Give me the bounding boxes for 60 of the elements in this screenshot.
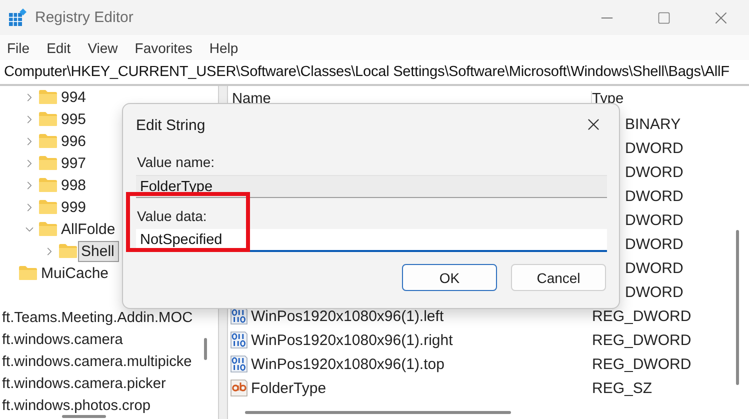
folder-icon xyxy=(18,265,38,281)
value-type: DWORD xyxy=(624,212,684,228)
tree-item[interactable]: 997 xyxy=(58,152,92,174)
folder-icon xyxy=(58,243,78,259)
value-name[interactable]: WinPos1920x1080x96(1).top xyxy=(251,356,444,372)
tree-item[interactable]: ft.windows.camera.multipicke xyxy=(0,351,192,373)
folder-icon xyxy=(38,221,58,237)
field-label: Value name: xyxy=(136,153,216,172)
tree-item[interactable]: 995 xyxy=(58,108,92,130)
scrollbar-thumb[interactable] xyxy=(736,230,739,385)
value-name[interactable]: FolderType xyxy=(251,380,326,396)
input-field[interactable]: NotSpecified xyxy=(136,229,607,252)
tree-item[interactable]: ft.windows.photos.crop xyxy=(0,395,150,417)
tree-item[interactable]: 999 xyxy=(58,196,92,218)
value-type: REG_DWORD xyxy=(592,308,692,324)
value-type: BINARY xyxy=(624,116,681,132)
folder-icon xyxy=(38,199,58,215)
tree-item[interactable]: ft.Teams.Meeting.Addin.MOC xyxy=(0,307,193,329)
menu-item[interactable]: Favorites xyxy=(134,40,192,56)
window-title: Registry Editor xyxy=(35,9,134,26)
tree-item[interactable]: 996 xyxy=(58,130,92,152)
value-type: DWORD xyxy=(624,140,684,156)
tree-item[interactable]: 994 xyxy=(58,86,92,108)
dialog-button[interactable]: Cancel xyxy=(511,264,606,291)
maximize-icon[interactable] xyxy=(656,10,670,24)
value-type: DWORD xyxy=(624,164,684,180)
folder-icon xyxy=(38,177,58,193)
value-type: REG_SZ xyxy=(592,380,652,396)
tree-item[interactable]: AllFolde xyxy=(58,218,120,240)
tree-item[interactable]: 998 xyxy=(58,174,92,196)
dialog-title: Edit String xyxy=(136,116,206,134)
folder-icon xyxy=(38,133,58,149)
binary-value-icon xyxy=(230,331,248,349)
folder-icon xyxy=(38,111,58,127)
folder-icon xyxy=(38,89,58,105)
value-type: DWORD xyxy=(624,236,684,252)
folder-icon xyxy=(38,155,58,171)
menu-item[interactable]: Help xyxy=(209,40,238,56)
tree-item[interactable]: Shell xyxy=(78,240,120,262)
dialog-button[interactable]: OK xyxy=(402,264,497,291)
string-value-icon xyxy=(230,379,248,397)
scrollbar-thumb[interactable] xyxy=(204,338,207,360)
tree-item[interactable]: MuiCache xyxy=(38,262,114,284)
value-name[interactable]: WinPos1920x1080x96(1).right xyxy=(251,332,453,348)
value-name[interactable]: WinPos1920x1080x96(1).left xyxy=(251,308,444,324)
value-type: DWORD xyxy=(624,260,684,276)
registry-icon xyxy=(8,8,27,27)
tree-item[interactable]: ft.windows.camera.picker xyxy=(0,373,166,395)
field-label: Value data: xyxy=(136,207,208,226)
menu-item[interactable]: Edit xyxy=(46,40,71,56)
value-type: REG_DWORD xyxy=(592,332,692,348)
binary-value-icon xyxy=(230,355,248,373)
tree-item[interactable]: ft.windows.camera xyxy=(0,329,123,351)
value-type: DWORD xyxy=(624,188,684,204)
scrollbar-thumb[interactable] xyxy=(62,415,106,418)
menu-item[interactable]: View xyxy=(88,40,118,56)
value-type: DWORD xyxy=(624,284,684,300)
value-type: REG_DWORD xyxy=(592,356,692,372)
menu-item[interactable]: File xyxy=(7,40,30,56)
scrollbar-thumb[interactable] xyxy=(245,411,511,414)
